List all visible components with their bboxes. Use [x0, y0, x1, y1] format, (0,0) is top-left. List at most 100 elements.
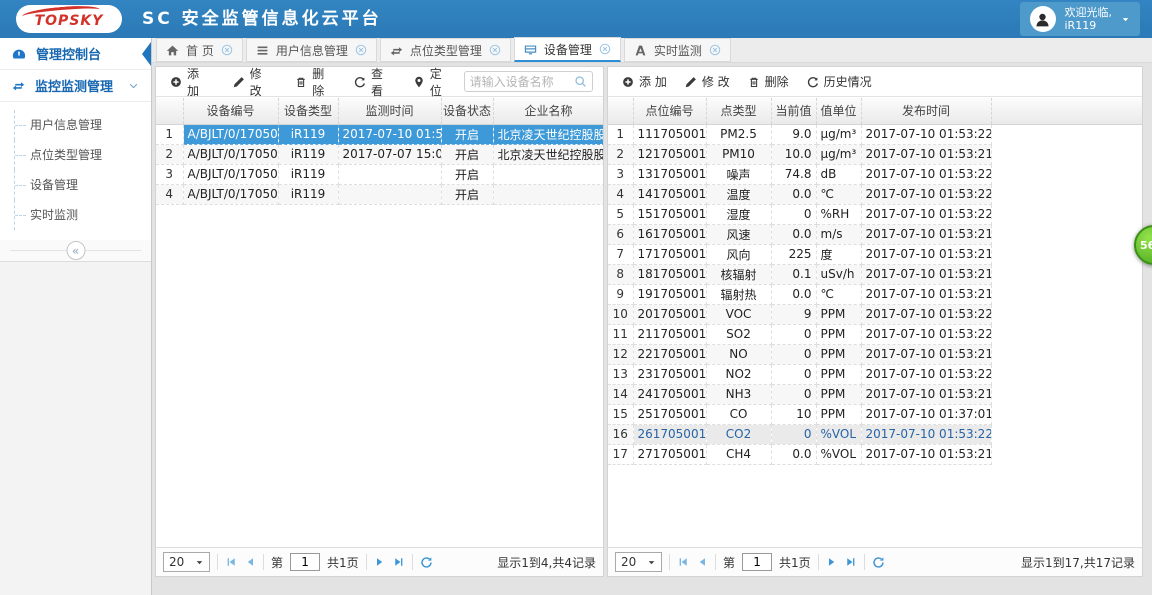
page-size-select[interactable]: 20: [163, 552, 210, 572]
table-row[interactable]: 8 181705001 核辐射 0.1 uSv/h 2017-07-10 01:53:21: [608, 264, 1142, 285]
close-icon[interactable]: [489, 44, 501, 56]
column-header[interactable]: 当前值: [771, 98, 817, 125]
table-row[interactable]: 13 231705001 NO2 0 PPM 2017-07-10 01:53:22: [608, 364, 1142, 385]
close-icon[interactable]: [355, 44, 367, 56]
prev-page-button[interactable]: [244, 556, 256, 568]
tab-realtime[interactable]: 实时监测: [623, 38, 731, 62]
active-section-marker: [142, 41, 151, 66]
history-button[interactable]: 历史情况: [799, 70, 880, 93]
page-input[interactable]: [290, 553, 321, 571]
row-number-cell: 3: [608, 164, 634, 185]
tab-bar: 首 页 用户信息管理 点位类型管理 设备管理 实时监测: [152, 37, 1152, 63]
row-number-cell: 8: [608, 264, 634, 285]
close-icon[interactable]: [599, 43, 611, 55]
column-header[interactable]: 点类型: [706, 98, 772, 125]
column-header[interactable]: 设备状态: [441, 98, 494, 125]
page-size-value: 20: [621, 555, 637, 569]
table-row[interactable]: 7 171705001 风向 225 度 2017-07-10 01:53:21: [608, 244, 1142, 265]
table-cell: A/BJLT/0/1705001: [183, 124, 279, 145]
table-cell: 251705001: [633, 404, 707, 425]
table-cell: PPM: [816, 344, 862, 365]
column-header[interactable]: 企业名称: [493, 98, 603, 125]
table-row[interactable]: 6 161705001 风速 0.0 m/s 2017-07-10 01:53:21: [608, 224, 1142, 245]
page-size-select[interactable]: 20: [615, 552, 662, 572]
refresh-icon: [807, 76, 819, 88]
tab-user-info[interactable]: 用户信息管理: [245, 38, 377, 62]
table-row[interactable]: 1A/BJLT/0/1705001iR1192017-07-10 01:53:2…: [156, 124, 603, 145]
table-row[interactable]: 11 211705001 SO2 0 PPM 2017-07-10 01:53:22: [608, 324, 1142, 345]
reload-button[interactable]: [420, 556, 433, 569]
sidebar-item-user-info[interactable]: 用户信息管理: [14, 110, 151, 140]
table-row[interactable]: 17 271705001 CH4 0.0 %VOL 2017-07-10 01:53:21: [608, 444, 1142, 465]
add-button[interactable]: 添 加: [162, 62, 223, 102]
sidebar-item-console[interactable]: 管理控制台: [0, 38, 151, 70]
table-row[interactable]: 14 241705001 NH3 0 PPM 2017-07-10 01:53:21: [608, 384, 1142, 405]
table-cell: 211705001: [633, 324, 707, 345]
username-label: iR119: [1064, 19, 1097, 32]
table-row[interactable]: 4A/BJLT/0/1705004iR119 开启: [156, 184, 603, 205]
last-page-button[interactable]: [845, 556, 857, 568]
table-row[interactable]: 16 261705001 CO2 0 %VOL 2017-07-10 01:53:22: [608, 424, 1142, 445]
table-row[interactable]: 10 201705001 VOC 9 PPM 2017-07-10 01:53:22: [608, 304, 1142, 325]
tab-device-mgmt[interactable]: 设备管理: [513, 37, 621, 62]
sidebar-item-device[interactable]: 设备管理: [14, 170, 151, 200]
reload-button[interactable]: [872, 556, 885, 569]
first-page-button[interactable]: [225, 556, 237, 568]
table-cell: 2017-07-10 01:53:22: [861, 204, 992, 225]
close-icon[interactable]: [709, 44, 721, 56]
tab-home[interactable]: 首 页: [156, 38, 243, 62]
table-cell: 2017-07-10 01:53:21: [861, 444, 992, 465]
table-row[interactable]: 4 141705001 温度 0.0 ℃ 2017-07-10 01:53:22: [608, 184, 1142, 205]
prev-page-button[interactable]: [696, 556, 708, 568]
close-icon[interactable]: [221, 44, 233, 56]
table-row[interactable]: 9 191705001 辐射热 0.0 ℃ 2017-07-10 01:53:21: [608, 284, 1142, 305]
sidebar-item-point-type[interactable]: 点位类型管理: [14, 140, 151, 170]
column-header[interactable]: 设备编号: [183, 98, 279, 125]
user-menu[interactable]: 欢迎光临, iR119: [1019, 2, 1140, 36]
table-cell: 2017-07-10 01:53:21: [861, 344, 992, 365]
table-row[interactable]: 5 151705001 湿度 0 %RH 2017-07-10 01:53:22: [608, 204, 1142, 225]
table-row[interactable]: 12 221705001 NO 0 PPM 2017-07-10 01:53:21: [608, 344, 1142, 365]
caret-down-icon[interactable]: [1121, 15, 1130, 24]
device-search-input[interactable]: [469, 74, 574, 89]
column-header[interactable]: 设备类型: [278, 98, 339, 125]
column-header[interactable]: 发布时间: [861, 98, 992, 125]
view-button[interactable]: 查看: [346, 62, 403, 102]
table-row[interactable]: 3 131705001 噪声 74.8 dB 2017-07-10 01:53:22: [608, 164, 1142, 185]
empty-cell: [991, 444, 1142, 464]
search-icon[interactable]: [574, 75, 587, 88]
table-cell: μg/m³: [816, 124, 862, 145]
locate-button[interactable]: 定位: [405, 62, 462, 102]
table-cell: 2017-07-10 01:53:21: [861, 264, 992, 285]
page-input[interactable]: [742, 553, 773, 571]
table-cell: A/BJLT/0/1705004: [183, 184, 279, 205]
table-cell: 181705001: [633, 264, 707, 285]
table-row[interactable]: 2 121705001 PM10 10.0 μg/m³ 2017-07-10 01:53:…: [608, 144, 1142, 165]
table-row[interactable]: 2A/BJLT/0/1705002iR1192017-07-07 15:03:0…: [156, 144, 603, 165]
sidebar-item-monitor-mgmt[interactable]: 监控监测管理: [0, 70, 151, 102]
next-page-button[interactable]: [826, 556, 838, 568]
table-row[interactable]: 3A/BJLT/0/1705003iR119 开启: [156, 164, 603, 185]
table-row[interactable]: 15 251705001 CO 10 PPM 2017-07-10 01:37:01: [608, 404, 1142, 425]
table-cell: A/BJLT/0/1705002: [183, 144, 279, 165]
column-header[interactable]: 监测时间: [338, 98, 442, 125]
edit-button[interactable]: 修 改: [677, 70, 738, 93]
delete-button[interactable]: 删除: [740, 70, 797, 93]
sidebar-section-label: 管理控制台: [36, 48, 102, 63]
delete-button[interactable]: 删除: [287, 62, 344, 102]
table-row[interactable]: 1 111705001 PM2.5 9.0 μg/m³ 2017-07-10 01:53:…: [608, 124, 1142, 145]
page-label-prefix: 第: [271, 555, 284, 570]
row-number-cell: 1: [608, 124, 634, 145]
edit-button[interactable]: 修 改: [225, 62, 286, 102]
first-page-button[interactable]: [677, 556, 689, 568]
sidebar-item-realtime[interactable]: 实时监测: [14, 200, 151, 230]
empty-cell: [991, 144, 1142, 164]
add-button[interactable]: 添 加: [614, 70, 675, 93]
column-header[interactable]: 点位编号: [633, 98, 707, 125]
sidebar-collapse-button[interactable]: «: [66, 241, 85, 260]
next-page-button[interactable]: [374, 556, 386, 568]
tab-point-type[interactable]: 点位类型管理: [379, 38, 511, 62]
table-cell: 0.0: [771, 284, 817, 305]
last-page-button[interactable]: [393, 556, 405, 568]
column-header[interactable]: 值单位: [816, 98, 862, 125]
